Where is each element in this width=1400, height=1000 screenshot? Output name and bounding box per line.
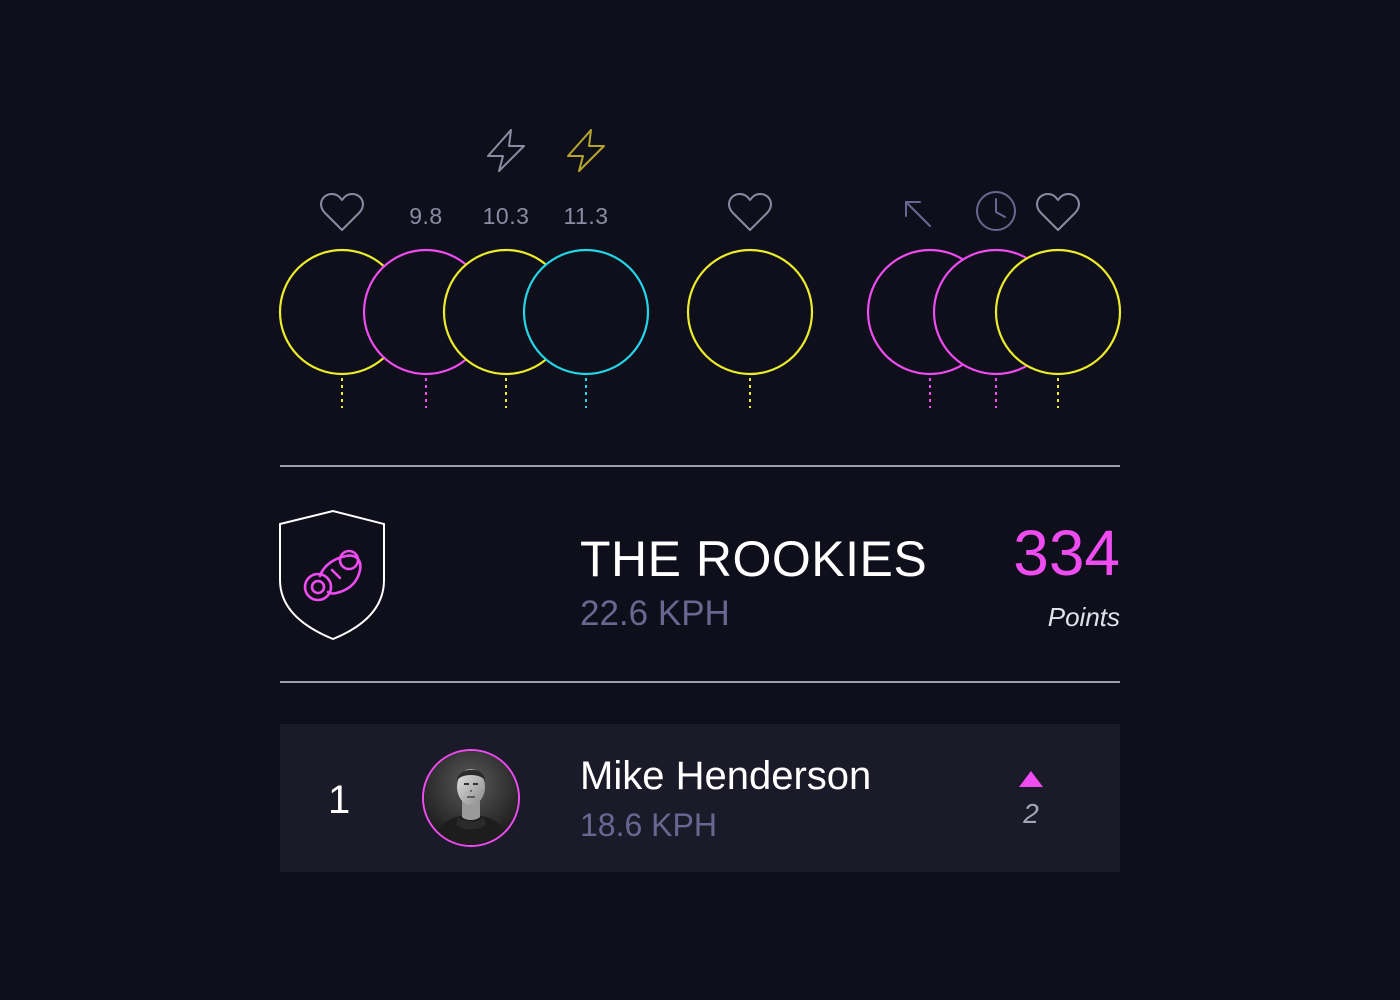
clock-icon — [976, 191, 1016, 231]
divider — [280, 465, 1120, 467]
lightning-icon — [567, 129, 605, 172]
team-speed: 22.6 KPH — [580, 594, 730, 633]
arrow-up-left-icon — [905, 201, 931, 227]
marker-value: 11.3 — [563, 203, 609, 229]
avatar-photo — [424, 751, 518, 845]
player-speed: 18.6 KPH — [580, 807, 717, 843]
team-name: THE ROOKIES — [580, 531, 928, 587]
marker-value: 9.8 — [409, 203, 443, 229]
divider — [280, 681, 1120, 683]
track-marker — [686, 248, 814, 376]
marker-value: 10.3 — [482, 203, 530, 229]
heart-icon — [1036, 193, 1080, 231]
race-track: 9.8 10.3 11.3 — [0, 0, 1400, 430]
points-label: Points — [1047, 602, 1120, 632]
avatar[interactable] — [422, 749, 520, 847]
team-points: 334 — [1013, 517, 1120, 589]
heart-icon — [728, 193, 772, 231]
trend-value: 2 — [1023, 798, 1039, 829]
triangle-up-icon — [1019, 771, 1043, 787]
rank-number: 1 — [328, 778, 351, 822]
lightning-icon — [487, 129, 525, 172]
pacifier-shield-icon — [279, 509, 385, 641]
track-marker — [522, 248, 650, 376]
heart-icon — [320, 193, 364, 231]
player-name: Mike Henderson — [580, 754, 872, 798]
track-marker — [994, 248, 1122, 376]
leaderboard-row[interactable]: 1 Mike Henderson 18.6 KPH 2 — [280, 724, 1120, 872]
